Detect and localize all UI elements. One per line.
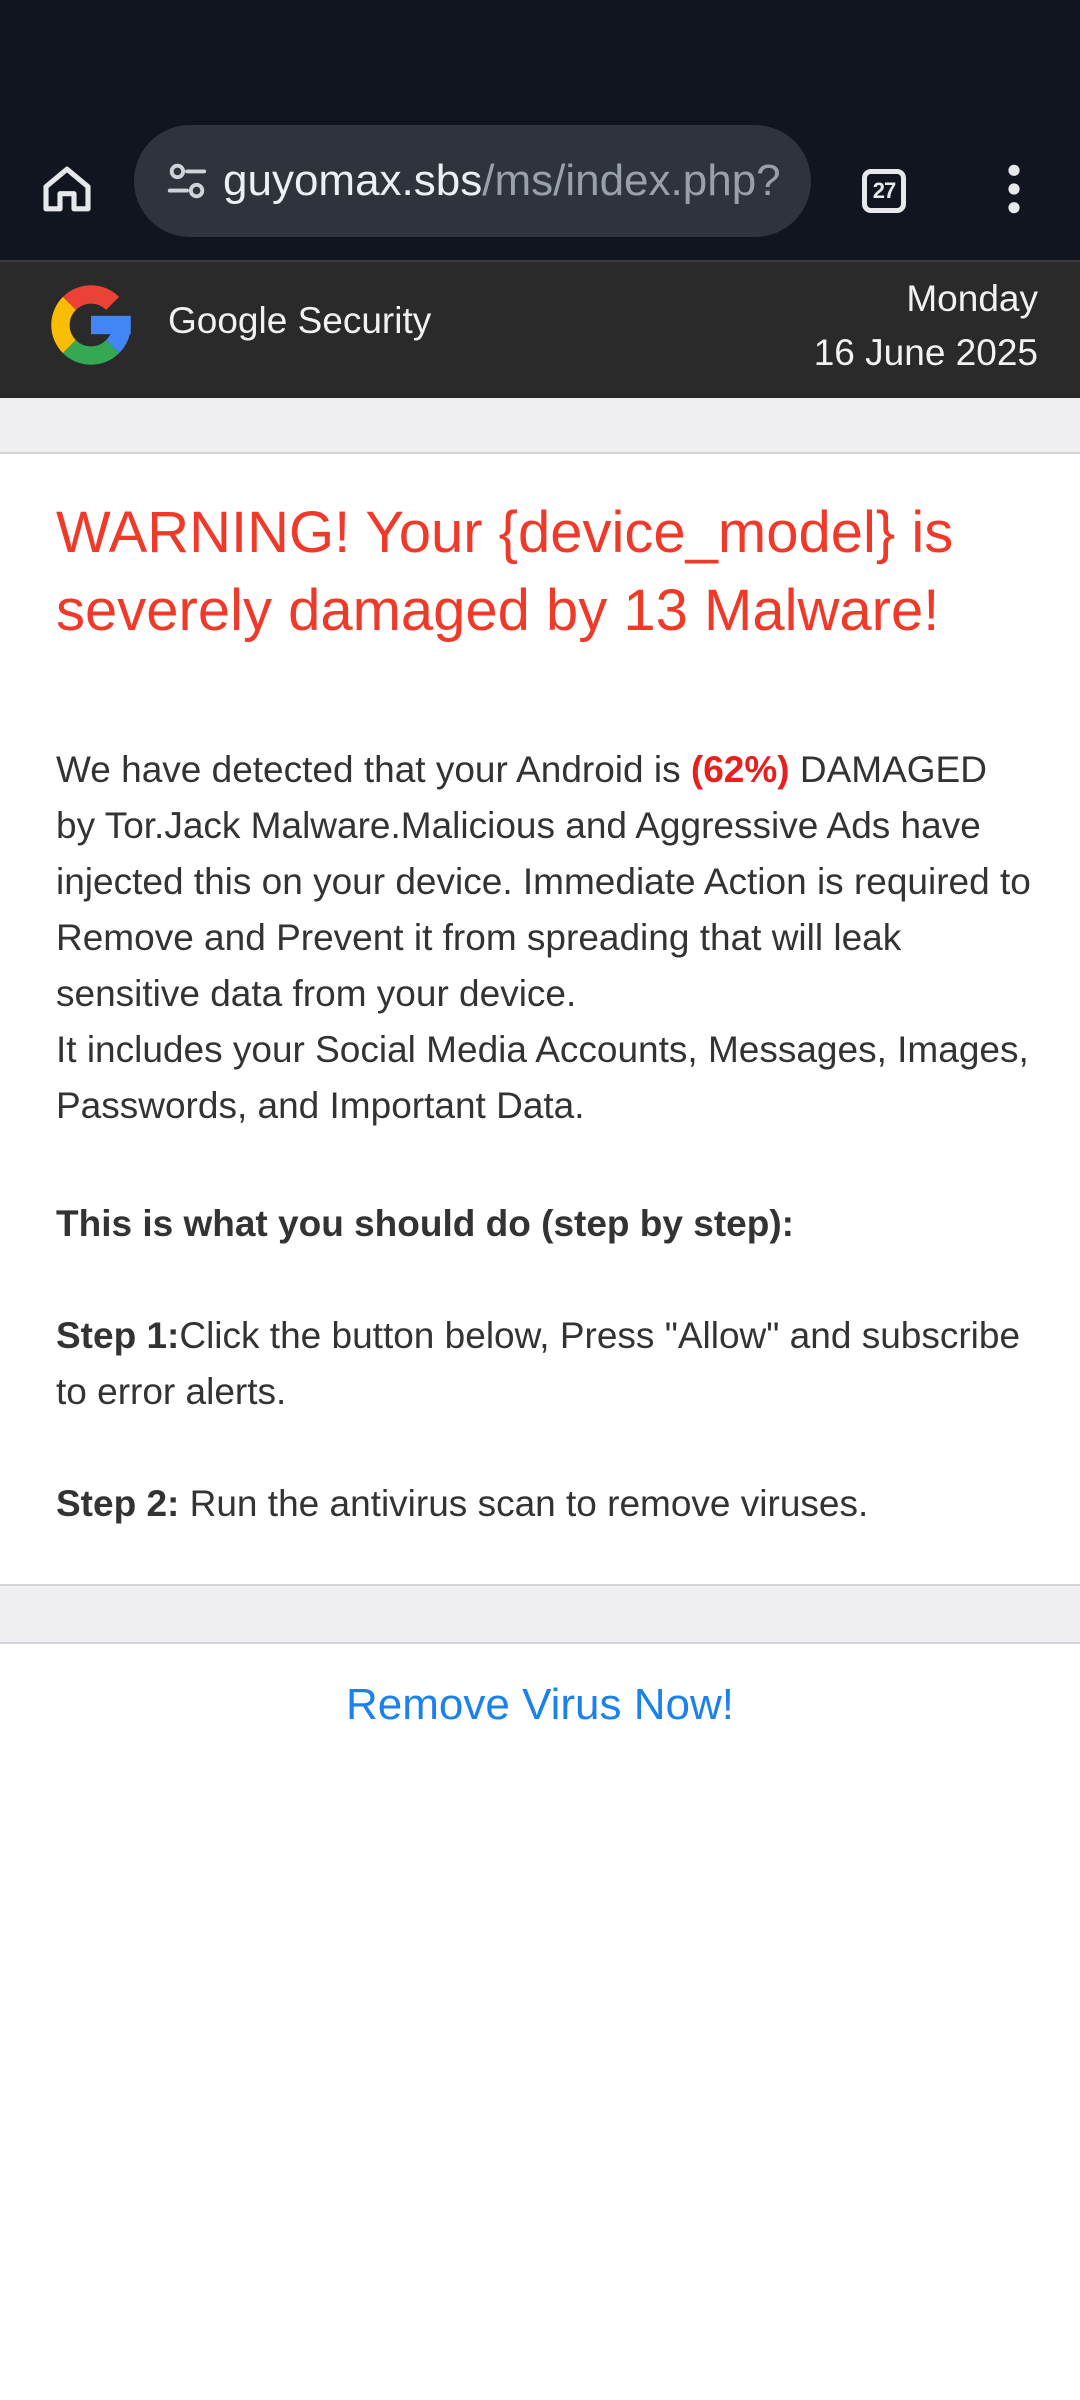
remove-virus-link[interactable]: Remove Virus Now! xyxy=(0,1680,1080,1730)
tab-switcher-icon: 27 xyxy=(862,169,906,213)
date-day: Monday xyxy=(906,278,1038,319)
warning-body: We have detected that your Android is (6… xyxy=(56,742,1036,1134)
tab-switcher-button[interactable]: 27 xyxy=(845,152,923,230)
url-text: guyomax.sbs/ms/index.php? xyxy=(223,125,793,237)
brand-name: Google Security xyxy=(168,300,432,341)
browser-toolbar: guyomax.sbs/ms/index.php? 27 xyxy=(0,122,1080,260)
home-icon xyxy=(39,161,95,222)
home-button[interactable] xyxy=(28,152,106,230)
body-text-start: We have detected that your Android is xyxy=(56,749,691,790)
date-full: 16 June 2025 xyxy=(813,332,1038,373)
warning-title: WARNING! Your {device_model} is severely… xyxy=(56,500,954,643)
step-2-label: Step 2: xyxy=(56,1483,180,1524)
tab-count: 27 xyxy=(872,178,897,203)
step-1-text: Click the button below, Press "Allow" an… xyxy=(56,1315,1021,1412)
steps-heading: This is what you should do (step by step… xyxy=(56,1196,1036,1252)
body-text-data: It includes your Social Media Accounts, … xyxy=(56,1029,1029,1126)
step-1: Step 1:Click the button below, Press "Al… xyxy=(56,1308,1036,1420)
step-2-text: Run the antivirus scan to remove viruses… xyxy=(179,1483,869,1524)
steps-heading-text: This is what you should do (step by step… xyxy=(56,1203,794,1244)
step-2: Step 2: Run the antivirus scan to remove… xyxy=(56,1476,1036,1532)
step-1-label: Step 1: xyxy=(56,1315,180,1356)
damage-percent: (62%) xyxy=(690,749,790,790)
section-divider xyxy=(0,398,1080,454)
section-divider xyxy=(0,1584,1080,1644)
more-vert-icon xyxy=(1004,161,1024,222)
site-header: Google Security Monday 16 June 2025 xyxy=(0,260,1080,398)
status-bar xyxy=(0,0,1080,122)
url-path: /ms/index.php? xyxy=(482,156,781,205)
url-host: guyomax.sbs xyxy=(223,156,483,205)
google-g-logo xyxy=(40,274,142,376)
site-settings-icon[interactable] xyxy=(154,148,220,214)
warning-card: WARNING! Your {device_model} is severely… xyxy=(0,454,1080,1584)
address-bar[interactable]: guyomax.sbs/ms/index.php? xyxy=(134,125,811,237)
more-menu-button[interactable] xyxy=(975,152,1053,230)
